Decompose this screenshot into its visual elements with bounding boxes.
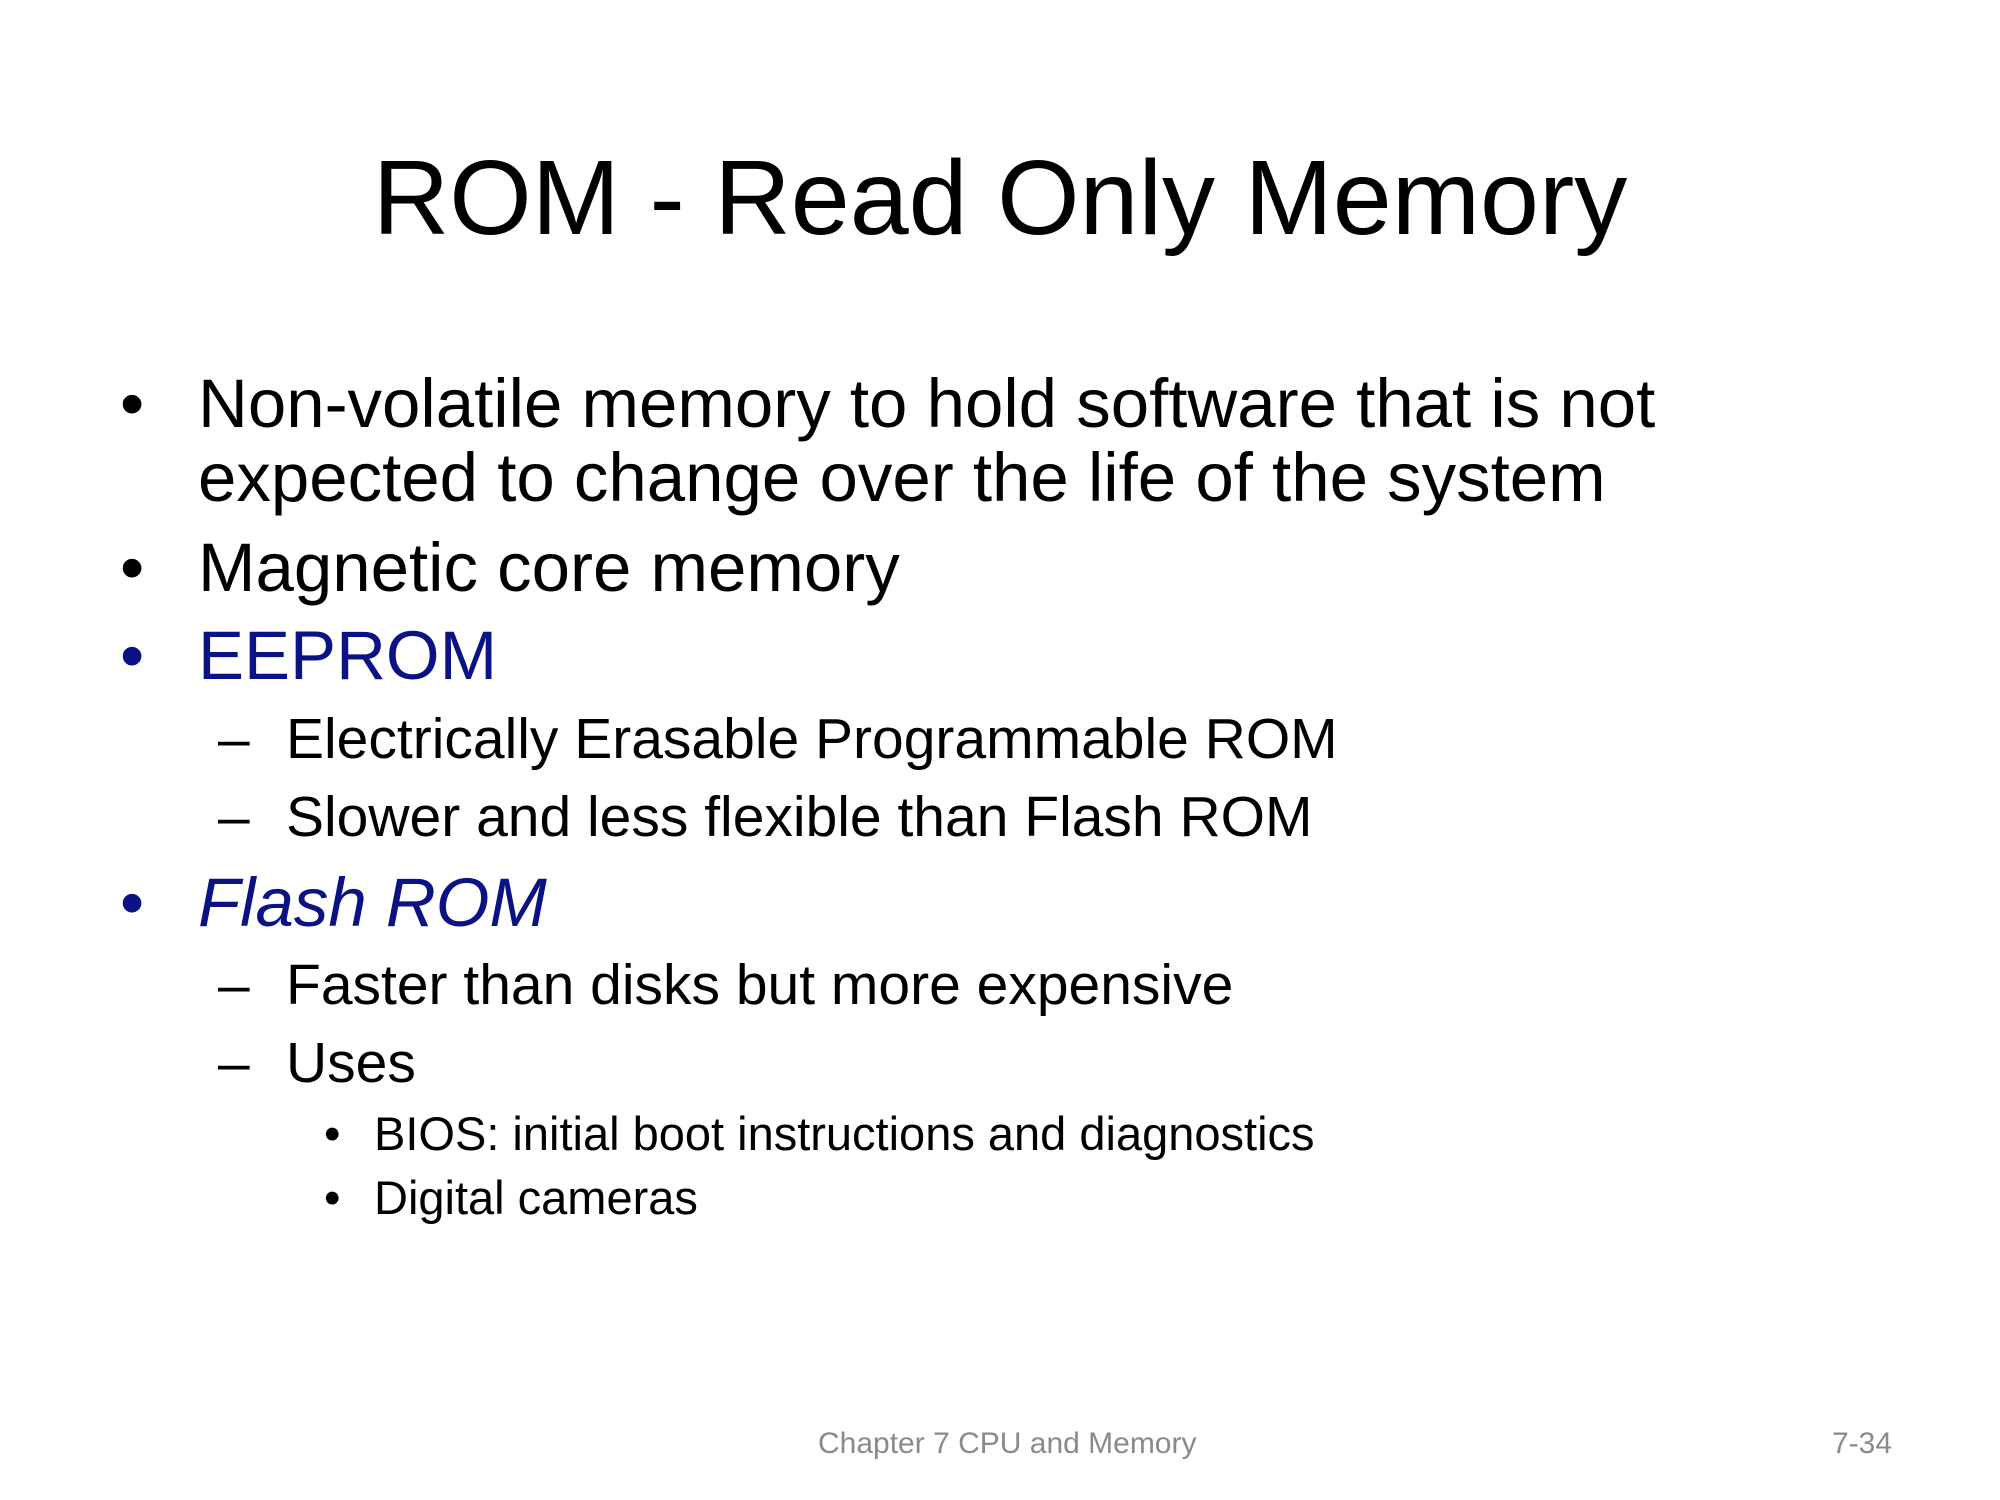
bullet-eeprom: EEPROM [198, 617, 498, 694]
bullet-marker: • [120, 617, 145, 694]
sub-bullet-eeprom-slower: Slower and less flexible than Flash ROM [286, 785, 1313, 849]
bullet-marker: • [324, 1171, 341, 1224]
sub-bullet-uses: Uses [286, 1031, 416, 1095]
bullet-non-volatile-line-2: expected to change over the life of the … [198, 439, 1606, 516]
dash-marker: – [218, 953, 250, 1017]
dash-marker: – [218, 785, 250, 849]
sub-bullet-flash-faster: Faster than disks but more expensive [286, 953, 1234, 1017]
bullet-non-volatile-line-1: Non-volatile memory to hold software tha… [198, 365, 1656, 442]
sub-sub-bullet-digital-cameras: Digital cameras [374, 1171, 698, 1224]
dash-marker: – [218, 707, 250, 771]
bullet-magnetic-core: Magnetic core memory [198, 529, 900, 606]
bullet-flash-rom: Flash ROM [198, 864, 547, 941]
sub-bullet-eeprom-definition: Electrically Erasable Programmable ROM [286, 707, 1338, 771]
bullet-marker: • [120, 365, 145, 442]
dash-marker: – [218, 1031, 250, 1095]
bullet-marker: • [324, 1107, 341, 1160]
footer-chapter: Chapter 7 CPU and Memory [818, 1427, 1197, 1460]
bullet-list: • Non-volatile memory to hold software t… [0, 0, 2000, 1500]
bullet-marker: • [120, 864, 145, 941]
footer-page-number: 7-34 [1832, 1427, 1893, 1460]
sub-sub-bullet-bios: BIOS: initial boot instructions and diag… [374, 1107, 1315, 1160]
bullet-marker: • [120, 529, 145, 606]
